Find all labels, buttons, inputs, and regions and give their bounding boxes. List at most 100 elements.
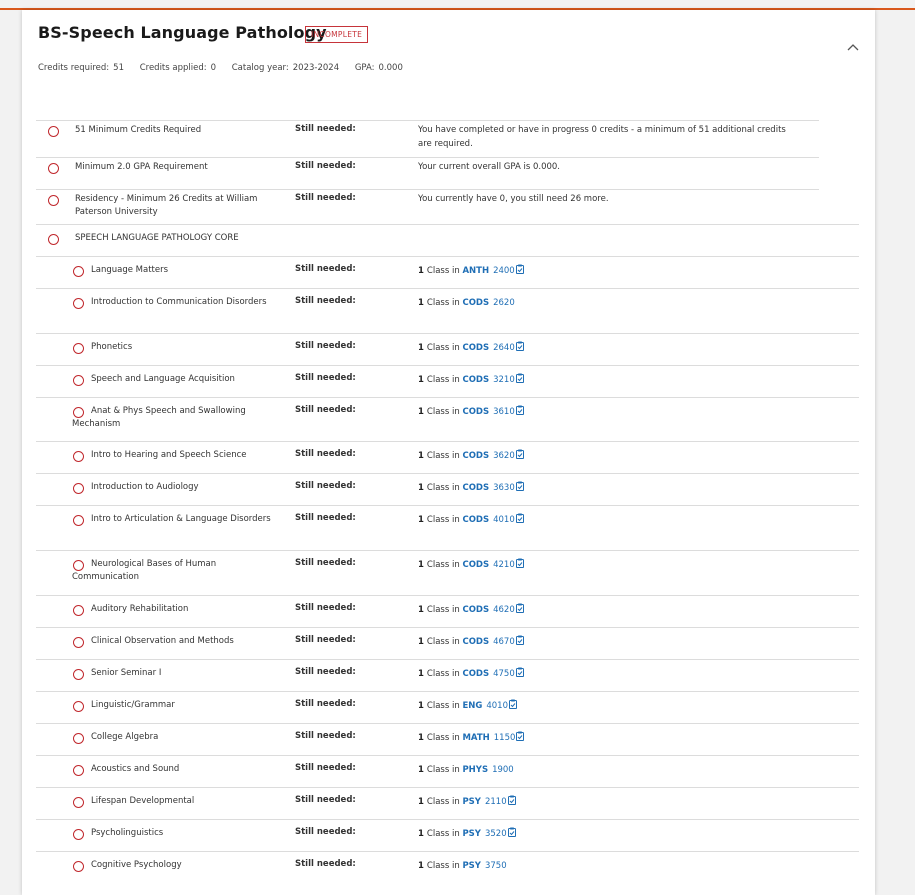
course-link[interactable]: CODS 4210: [462, 560, 514, 570]
course-needed-description: 1 Class in CODS 3630: [418, 481, 798, 495]
class-count: 1: [418, 483, 424, 493]
clipboard-icon[interactable]: [507, 795, 516, 807]
course-number: 3630: [493, 483, 515, 493]
course-link[interactable]: PSY 2110: [462, 797, 506, 807]
credits-applied: Credits applied: 0: [139, 63, 217, 73]
clipboard-icon[interactable]: [515, 513, 524, 525]
class-in-label: Class in: [426, 669, 460, 679]
course-link[interactable]: PHYS 1900: [462, 765, 513, 775]
course-number: 1150: [493, 733, 516, 743]
course-link[interactable]: CODS 4620: [462, 605, 514, 615]
requirement-row: Residency - Minimum 26 Credits at Willia…: [36, 189, 819, 224]
requirement-description: You currently have 0, you still need 26 …: [418, 194, 609, 204]
course-requirement-row: Auditory Rehabilitation Still needed: 1 Cla…: [36, 595, 859, 627]
class-count: 1: [418, 266, 424, 276]
course-link[interactable]: CODS 3620: [462, 451, 514, 461]
clipboard-icon[interactable]: [515, 731, 525, 743]
clipboard-icon[interactable]: [515, 264, 524, 276]
clipboard-icon[interactable]: [515, 449, 524, 461]
course-subject: CODS: [462, 343, 490, 353]
course-number: 3750: [484, 861, 507, 871]
section-header-row[interactable]: SPEECH LANGUAGE PATHOLOGY CORE: [36, 224, 859, 256]
still-needed-label: Still needed:: [295, 667, 356, 677]
course-requirement-row: College Algebra Still needed: 1 Class in MA…: [36, 723, 859, 755]
course-needed-description: 1 Class in CODS 2620: [418, 296, 798, 310]
still-needed-label: Still needed:: [295, 763, 356, 773]
course-number: 2400: [493, 266, 515, 276]
class-count: 1: [418, 669, 424, 679]
clipboard-icon[interactable]: [515, 481, 524, 493]
course-link[interactable]: CODS 2640: [462, 343, 514, 353]
course-requirement-name: Psycholinguistics: [91, 828, 164, 838]
clipboard-icon[interactable]: [507, 827, 516, 839]
incomplete-circle-icon: [48, 195, 59, 206]
course-requirement-name: Acoustics and Sound: [91, 764, 180, 774]
class-count: 1: [418, 701, 424, 711]
requirement-row: Minimum 2.0 GPA Requirement Still needed…: [36, 157, 819, 189]
class-count: 1: [418, 829, 424, 839]
clipboard-icon[interactable]: [515, 373, 524, 385]
course-subject: CODS: [462, 560, 490, 570]
class-count: 1: [418, 343, 424, 353]
course-link[interactable]: ENG 4010: [462, 701, 508, 711]
course-needed-description: 1 Class in ANTH 2400: [418, 264, 798, 278]
course-requirement-name: Intro to Hearing and Speech Science: [91, 450, 247, 460]
clipboard-icon[interactable]: [515, 635, 524, 647]
course-subject: CODS: [462, 637, 490, 647]
clipboard-icon[interactable]: [515, 603, 524, 615]
course-link[interactable]: ANTH 2400: [462, 266, 514, 276]
requirements-list: 51 Minimum Credits Required Still needed…: [36, 120, 859, 883]
course-needed-description: 1 Class in PSY 2110: [418, 795, 798, 809]
still-needed-label: Still needed:: [295, 859, 356, 869]
still-needed-label: Still needed:: [295, 161, 356, 171]
course-number: 2110: [484, 797, 507, 807]
class-count: 1: [418, 407, 424, 417]
course-link[interactable]: CODS 2620: [462, 298, 514, 308]
class-in-label: Class in: [426, 637, 460, 647]
class-in-label: Class in: [426, 343, 460, 353]
chevron-up-icon[interactable]: [845, 40, 861, 56]
course-link[interactable]: PSY 3750: [462, 861, 506, 871]
course-requirement-name: Neurological Bases of Human Communicatio…: [72, 559, 217, 582]
course-needed-description: 1 Class in ENG 4010: [418, 699, 798, 713]
class-count: 1: [418, 733, 424, 743]
class-count: 1: [418, 605, 424, 615]
course-number: 2620: [493, 298, 515, 308]
course-number: 1900: [492, 765, 514, 775]
course-subject: ENG: [462, 701, 483, 711]
course-subject: MATH: [462, 733, 490, 743]
still-needed-label: Still needed:: [295, 193, 356, 203]
course-requirement-name: Introduction to Audiology: [91, 482, 199, 492]
still-needed-label: Still needed:: [295, 827, 356, 837]
course-needed-description: 1 Class in MATH 1150: [418, 731, 798, 745]
course-requirement-row: Linguistic/Grammar Still needed: 1 Class in…: [36, 691, 859, 723]
course-requirement-row: Psycholinguistics Still needed: 1 Class in …: [36, 819, 859, 851]
course-needed-description: 1 Class in PSY 3520: [418, 827, 798, 841]
clipboard-icon[interactable]: [515, 558, 524, 570]
still-needed-label: Still needed:: [295, 296, 356, 306]
course-subject: CODS: [462, 669, 490, 679]
course-needed-description: 1 Class in PHYS 1900: [418, 763, 798, 777]
class-in-label: Class in: [426, 861, 460, 871]
course-requirement-row: Intro to Hearing and Speech Science Still…: [36, 441, 859, 473]
course-needed-description: 1 Class in CODS 4670: [418, 635, 798, 649]
course-link[interactable]: CODS 4670: [462, 637, 514, 647]
course-link[interactable]: CODS 4010: [462, 515, 514, 525]
course-link[interactable]: PSY 3520: [462, 829, 506, 839]
clipboard-icon[interactable]: [515, 341, 524, 353]
course-link[interactable]: CODS 3210: [462, 375, 514, 385]
clipboard-icon[interactable]: [515, 667, 524, 679]
course-link[interactable]: CODS 4750: [462, 669, 514, 679]
course-subject: PSY: [462, 797, 481, 807]
course-link[interactable]: CODS 3610: [462, 407, 514, 417]
degree-title: BS-Speech Language Pathology: [38, 23, 327, 42]
still-needed-label: Still needed:: [295, 731, 356, 741]
clipboard-icon[interactable]: [515, 405, 524, 417]
requirement-name: Minimum 2.0 GPA Requirement: [75, 162, 208, 172]
course-link[interactable]: CODS 3630: [462, 483, 514, 493]
course-link[interactable]: MATH 1150: [462, 733, 515, 743]
course-requirement-name: Lifespan Developmental: [91, 796, 195, 806]
course-number: 4670: [493, 637, 515, 647]
course-needed-description: 1 Class in CODS 3610: [418, 405, 798, 419]
clipboard-icon[interactable]: [508, 699, 517, 711]
